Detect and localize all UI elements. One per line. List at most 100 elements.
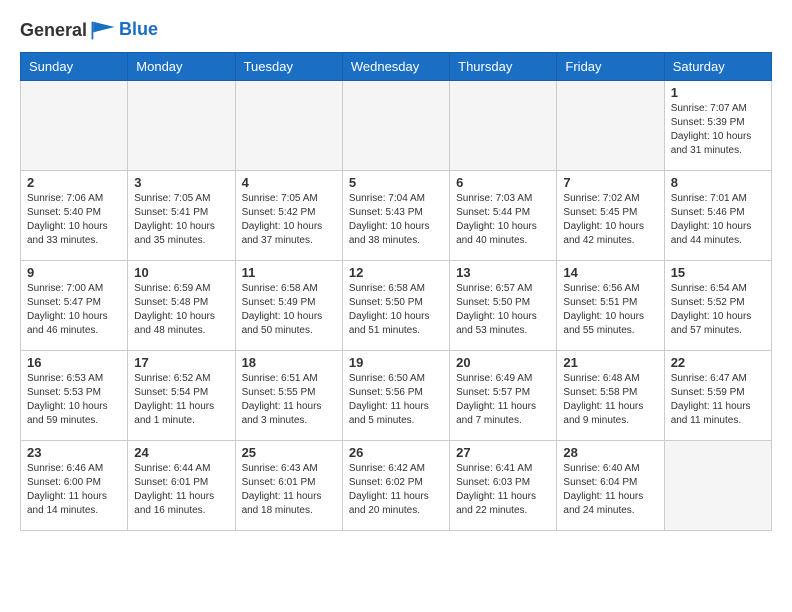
day-info: Sunrise: 6:56 AM Sunset: 5:51 PM Dayligh… <box>563 282 657 338</box>
day-number: 9 <box>27 265 121 280</box>
day-info: Sunrise: 6:53 AM Sunset: 5:53 PM Dayligh… <box>27 372 121 428</box>
day-info: Sunrise: 6:42 AM Sunset: 6:02 PM Dayligh… <box>349 462 443 518</box>
calendar-cell <box>450 81 557 171</box>
day-info: Sunrise: 6:57 AM Sunset: 5:50 PM Dayligh… <box>456 282 550 338</box>
calendar-cell: 5Sunrise: 7:04 AM Sunset: 5:43 PM Daylig… <box>342 171 449 261</box>
day-info: Sunrise: 7:05 AM Sunset: 5:41 PM Dayligh… <box>134 192 228 248</box>
calendar-cell: 17 Sunrise: 6:52 AM Sunset: 5:54 PM Dayli… <box>128 351 235 441</box>
calendar-cell: 6 Sunrise: 7:03 AM Sunset: 5:44 PM Daylig… <box>450 171 557 261</box>
calendar-table: SundayMondayTuesdayWednesdayThursdayFrid… <box>20 52 772 531</box>
weekday-header-saturday: Saturday <box>664 53 771 81</box>
day-number: 8 <box>671 175 765 190</box>
day-number: 23 <box>27 445 121 460</box>
calendar-cell: 24 Sunrise: 6:44 AM Sunset: 6:01 PM Dayli… <box>128 441 235 531</box>
calendar-cell: 16 Sunrise: 6:53 AM Sunset: 5:53 PM Dayli… <box>21 351 128 441</box>
day-number: 28 <box>563 445 657 460</box>
calendar-cell: 4 Sunrise: 7:05 AM Sunset: 5:42 PM Daylig… <box>235 171 342 261</box>
weekday-header-friday: Friday <box>557 53 664 81</box>
day-info: Sunrise: 7:06 AM Sunset: 5:40 PM Dayligh… <box>27 192 121 248</box>
day-number: 4 <box>242 175 336 190</box>
calendar-cell: 19 Sunrise: 6:50 AM Sunset: 5:56 PM Dayli… <box>342 351 449 441</box>
day-info: Sunrise: 6:40 AM Sunset: 6:04 PM Dayligh… <box>563 462 657 518</box>
day-info: Sunrise: 7:07 AM Sunset: 5:39 PM Dayligh… <box>671 102 765 158</box>
day-info: Sunrise: 6:49 AM Sunset: 5:57 PM Dayligh… <box>456 372 550 428</box>
day-info: Sunrise: 6:41 AM Sunset: 6:03 PM Dayligh… <box>456 462 550 518</box>
calendar-cell <box>21 81 128 171</box>
week-row-5: 23Sunrise: 6:46 AM Sunset: 6:00 PM Dayli… <box>21 441 772 531</box>
day-info: Sunrise: 6:59 AM Sunset: 5:48 PM Dayligh… <box>134 282 228 338</box>
day-info: Sunrise: 7:00 AM Sunset: 5:47 PM Dayligh… <box>27 282 121 338</box>
weekday-header-thursday: Thursday <box>450 53 557 81</box>
week-row-1: 1 Sunrise: 7:07 AM Sunset: 5:39 PM Daylig… <box>21 81 772 171</box>
day-info: Sunrise: 7:01 AM Sunset: 5:46 PM Dayligh… <box>671 192 765 248</box>
day-info: Sunrise: 6:50 AM Sunset: 5:56 PM Dayligh… <box>349 372 443 428</box>
day-number: 19 <box>349 355 443 370</box>
calendar-cell: 13 Sunrise: 6:57 AM Sunset: 5:50 PM Dayli… <box>450 261 557 351</box>
logo: General Blue <box>20 20 158 42</box>
calendar-cell <box>664 441 771 531</box>
calendar-cell: 14 Sunrise: 6:56 AM Sunset: 5:51 PM Dayli… <box>557 261 664 351</box>
weekday-header-row: SundayMondayTuesdayWednesdayThursdayFrid… <box>21 53 772 81</box>
day-number: 26 <box>349 445 443 460</box>
day-info: Sunrise: 7:02 AM Sunset: 5:45 PM Dayligh… <box>563 192 657 248</box>
day-number: 1 <box>671 85 765 100</box>
weekday-header-tuesday: Tuesday <box>235 53 342 81</box>
day-number: 11 <box>242 265 336 280</box>
weekday-header-monday: Monday <box>128 53 235 81</box>
calendar-cell: 20 Sunrise: 6:49 AM Sunset: 5:57 PM Dayli… <box>450 351 557 441</box>
logo-blue-text: Blue <box>119 19 158 39</box>
calendar-cell: 23Sunrise: 6:46 AM Sunset: 6:00 PM Dayli… <box>21 441 128 531</box>
day-info: Sunrise: 6:51 AM Sunset: 5:55 PM Dayligh… <box>242 372 336 428</box>
day-number: 12 <box>349 265 443 280</box>
calendar-cell <box>235 81 342 171</box>
calendar-cell: 28 Sunrise: 6:40 AM Sunset: 6:04 PM Dayli… <box>557 441 664 531</box>
day-number: 17 <box>134 355 228 370</box>
day-number: 5 <box>349 175 443 190</box>
page-header: General Blue <box>20 20 772 42</box>
calendar-cell: 12Sunrise: 6:58 AM Sunset: 5:50 PM Dayli… <box>342 261 449 351</box>
calendar-cell: 7 Sunrise: 7:02 AM Sunset: 5:45 PM Daylig… <box>557 171 664 261</box>
calendar-cell: 8 Sunrise: 7:01 AM Sunset: 5:46 PM Daylig… <box>664 171 771 261</box>
week-row-3: 9 Sunrise: 7:00 AM Sunset: 5:47 PM Daylig… <box>21 261 772 351</box>
day-info: Sunrise: 7:05 AM Sunset: 5:42 PM Dayligh… <box>242 192 336 248</box>
calendar-cell: 25Sunrise: 6:43 AM Sunset: 6:01 PM Dayli… <box>235 441 342 531</box>
day-number: 24 <box>134 445 228 460</box>
day-number: 20 <box>456 355 550 370</box>
day-info: Sunrise: 7:03 AM Sunset: 5:44 PM Dayligh… <box>456 192 550 248</box>
day-number: 15 <box>671 265 765 280</box>
calendar-cell: 3 Sunrise: 7:05 AM Sunset: 5:41 PM Daylig… <box>128 171 235 261</box>
calendar-cell: 11 Sunrise: 6:58 AM Sunset: 5:49 PM Dayli… <box>235 261 342 351</box>
calendar-cell: 15 Sunrise: 6:54 AM Sunset: 5:52 PM Dayli… <box>664 261 771 351</box>
week-row-4: 16 Sunrise: 6:53 AM Sunset: 5:53 PM Dayli… <box>21 351 772 441</box>
calendar-cell: 10Sunrise: 6:59 AM Sunset: 5:48 PM Dayli… <box>128 261 235 351</box>
calendar-cell: 26 Sunrise: 6:42 AM Sunset: 6:02 PM Dayli… <box>342 441 449 531</box>
day-number: 3 <box>134 175 228 190</box>
calendar-cell: 2Sunrise: 7:06 AM Sunset: 5:40 PM Daylig… <box>21 171 128 261</box>
day-info: Sunrise: 6:44 AM Sunset: 6:01 PM Dayligh… <box>134 462 228 518</box>
calendar-cell: 9 Sunrise: 7:00 AM Sunset: 5:47 PM Daylig… <box>21 261 128 351</box>
day-number: 16 <box>27 355 121 370</box>
calendar-cell: 18 Sunrise: 6:51 AM Sunset: 5:55 PM Dayli… <box>235 351 342 441</box>
calendar-cell <box>342 81 449 171</box>
calendar-cell <box>128 81 235 171</box>
day-info: Sunrise: 6:48 AM Sunset: 5:58 PM Dayligh… <box>563 372 657 428</box>
day-info: Sunrise: 6:58 AM Sunset: 5:49 PM Dayligh… <box>242 282 336 338</box>
calendar-cell: 27 Sunrise: 6:41 AM Sunset: 6:03 PM Dayli… <box>450 441 557 531</box>
day-number: 13 <box>456 265 550 280</box>
weekday-header-wednesday: Wednesday <box>342 53 449 81</box>
day-number: 14 <box>563 265 657 280</box>
day-number: 22 <box>671 355 765 370</box>
day-info: Sunrise: 6:54 AM Sunset: 5:52 PM Dayligh… <box>671 282 765 338</box>
day-number: 18 <box>242 355 336 370</box>
week-row-2: 2Sunrise: 7:06 AM Sunset: 5:40 PM Daylig… <box>21 171 772 261</box>
day-number: 27 <box>456 445 550 460</box>
day-number: 6 <box>456 175 550 190</box>
day-number: 7 <box>563 175 657 190</box>
calendar-cell <box>557 81 664 171</box>
weekday-header-sunday: Sunday <box>21 53 128 81</box>
day-info: Sunrise: 6:52 AM Sunset: 5:54 PM Dayligh… <box>134 372 228 428</box>
day-number: 21 <box>563 355 657 370</box>
calendar-cell: 1 Sunrise: 7:07 AM Sunset: 5:39 PM Daylig… <box>664 81 771 171</box>
calendar-cell: 21 Sunrise: 6:48 AM Sunset: 5:58 PM Dayli… <box>557 351 664 441</box>
day-number: 25 <box>242 445 336 460</box>
